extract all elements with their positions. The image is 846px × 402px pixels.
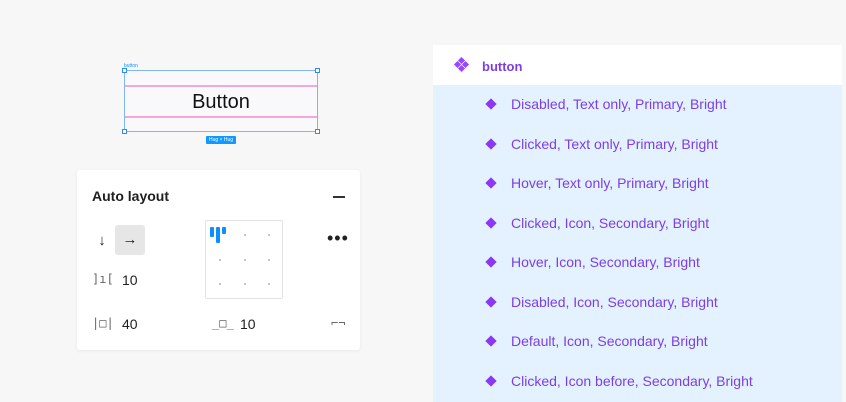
variant-label: Clicked, Icon before, Secondary, Bright	[511, 373, 753, 389]
alignment-grid[interactable]	[205, 220, 283, 299]
alignment-bar-icon	[216, 227, 220, 243]
component-set-row[interactable]: button	[433, 45, 842, 85]
vertical-padding-input[interactable]: 10	[240, 316, 256, 332]
variant-row[interactable]: Disabled, Text only, Primary, Bright	[433, 93, 842, 117]
variant-row[interactable]: Clicked, Icon before, Secondary, Bright	[433, 370, 842, 394]
alignment-dot[interactable]	[219, 283, 221, 285]
variant-row[interactable]: Clicked, Text only, Primary, Bright	[433, 133, 842, 157]
resize-handle-bottom-right[interactable]	[315, 129, 320, 134]
component-variant-icon	[485, 375, 497, 387]
alignment-dot[interactable]	[268, 234, 270, 236]
variant-row[interactable]: Clicked, Icon, Secondary, Bright	[433, 212, 842, 236]
vertical-padding-icon: _□_	[212, 316, 234, 330]
size-badge: Hug × Hug	[206, 136, 237, 144]
horizontal-padding-icon: |□|	[92, 316, 114, 330]
resize-handle-top-right[interactable]	[315, 68, 320, 73]
alignment-dot[interactable]	[244, 259, 246, 261]
alignment-dot[interactable]	[219, 259, 221, 261]
component-variant-icon	[485, 217, 497, 229]
variant-label: Hover, Text only, Primary, Bright	[511, 175, 709, 191]
spacing-between-icon: ]ı[	[92, 272, 114, 286]
variant-label: Default, Icon, Secondary, Bright	[511, 333, 708, 349]
variant-label: Disabled, Text only, Primary, Bright	[511, 96, 727, 112]
alignment-bar-icon	[210, 227, 214, 237]
more-options-icon[interactable]: •••	[327, 228, 349, 248]
button-text-layer[interactable]: Button	[125, 90, 317, 114]
auto-layout-panel: Auto layout ↓ → ••• ]ı[ 10 |□| 40 _□_ 10…	[77, 170, 360, 350]
direction-vertical-button[interactable]: ↓	[91, 228, 113, 254]
variant-row[interactable]: Hover, Text only, Primary, Bright	[433, 172, 842, 196]
alignment-dot[interactable]	[268, 283, 270, 285]
padding-top-guide	[125, 85, 317, 87]
alignment-dot[interactable]	[268, 259, 270, 261]
remove-auto-layout-icon[interactable]	[333, 196, 345, 198]
variant-label: Disabled, Icon, Secondary, Bright	[511, 294, 718, 310]
variant-label: Hover, Icon, Secondary, Bright	[511, 254, 700, 270]
component-variant-icon	[485, 138, 497, 150]
variant-label: Clicked, Icon, Secondary, Bright	[511, 215, 710, 231]
spacing-between-input[interactable]: 10	[122, 272, 138, 288]
variant-row[interactable]: Hover, Icon, Secondary, Bright	[433, 251, 842, 275]
component-variant-icon	[485, 335, 497, 347]
resize-handle-bottom-left[interactable]	[122, 129, 127, 134]
panel-title: Auto layout	[92, 188, 169, 204]
component-variant-icon	[485, 296, 497, 308]
variant-row[interactable]: Default, Icon, Secondary, Bright	[433, 330, 842, 354]
component-variant-icon	[485, 98, 497, 110]
component-variant-icon	[485, 256, 497, 268]
padding-bottom-guide	[125, 116, 317, 118]
alignment-dot[interactable]	[244, 283, 246, 285]
resize-handle-top-left[interactable]	[122, 68, 127, 73]
button-component-frame[interactable]: Button	[122, 68, 320, 134]
horizontal-padding-input[interactable]: 40	[122, 316, 138, 332]
variant-label: Clicked, Text only, Primary, Bright	[511, 136, 718, 152]
alignment-bar-icon	[222, 227, 226, 234]
independent-padding-icon[interactable]: ⌐¬	[331, 316, 345, 330]
variants-list: Disabled, Text only, Primary, Bright Cli…	[433, 85, 842, 402]
component-set-name: button	[482, 59, 523, 74]
component-set-icon	[453, 56, 470, 73]
direction-horizontal-button[interactable]: →	[115, 225, 145, 255]
component-variant-icon	[485, 177, 497, 189]
alignment-dot[interactable]	[244, 234, 246, 236]
variant-row[interactable]: Disabled, Icon, Secondary, Bright	[433, 291, 842, 315]
